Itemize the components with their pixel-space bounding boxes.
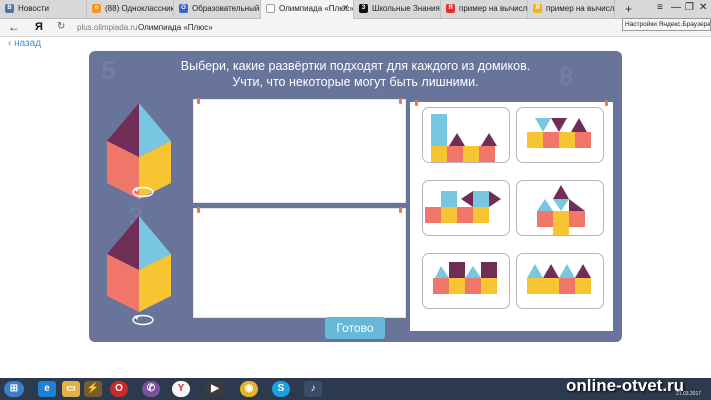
tab-obrazovatelny-portal[interactable]: О Образовательный пор xyxy=(174,0,261,18)
tab-label: (88) Одноклассники xyxy=(105,4,174,13)
settings-tooltip: Настройки Яндекс.Браузера xyxy=(622,18,711,31)
net-card-5[interactable] xyxy=(422,253,510,309)
new-tab-button[interactable]: + xyxy=(625,2,632,16)
task-instruction: Выбери, какие развёртки подходят для каж… xyxy=(149,58,562,90)
tab-label: пример на вычислени xyxy=(459,4,528,13)
rotate-house-2-icon[interactable] xyxy=(131,313,155,327)
net-3-shape xyxy=(425,191,501,223)
ok-icon: о xyxy=(92,4,101,13)
pin-icon xyxy=(197,207,200,213)
tab-olimpiada-plus[interactable]: Олимпиада «Плюс» ✕ xyxy=(261,0,354,19)
tab-znania[interactable]: З Школьные Знания.com xyxy=(354,0,441,18)
page-icon xyxy=(266,4,275,13)
yandex-logo-icon[interactable]: Я xyxy=(35,21,43,33)
tab-label: Образовательный пор xyxy=(192,4,260,13)
clock-date: 21.03.2017 xyxy=(676,391,702,397)
skype-icon[interactable]: S xyxy=(272,381,290,397)
audio-icon[interactable]: ♪ xyxy=(304,381,322,397)
vk-icon: В xyxy=(5,4,14,13)
explorer-icon[interactable]: ▭ xyxy=(62,381,80,397)
tab-label: пример на вычислени xyxy=(546,4,615,13)
net-card-6[interactable] xyxy=(516,253,604,309)
back-link-label: назад xyxy=(14,38,42,49)
reload-icon[interactable]: ↻ xyxy=(57,21,65,32)
pin-icon xyxy=(197,98,200,104)
ie-icon[interactable]: e xyxy=(38,381,56,397)
pin-icon xyxy=(399,207,402,213)
tab-primer-2[interactable]: Я пример на вычислени xyxy=(528,0,615,18)
close-tab-icon[interactable]: ✕ xyxy=(342,3,349,12)
url-page-title[interactable]: Олимпиада «Плюс» xyxy=(138,23,213,32)
address-bar: ← Я ↻ plus.olimpiada.ru Олимпиада «Плюс» xyxy=(0,19,711,37)
chevron-left-icon: ‹ xyxy=(8,38,12,49)
net-card-1[interactable] xyxy=(422,107,510,163)
task-board: 5 8 3 7 Выбери, какие развёртки подходят… xyxy=(89,51,622,342)
net-card-2[interactable] xyxy=(516,107,604,163)
net-card-4[interactable] xyxy=(516,180,604,236)
pin-icon xyxy=(605,100,608,106)
school-icon: О xyxy=(179,4,188,13)
decor-digit: 5 xyxy=(101,55,116,85)
browser-tab-strip: В Новости о (88) Одноклассники О Образов… xyxy=(0,0,711,19)
house-2 xyxy=(107,216,171,312)
winamp-icon[interactable]: ⚡ xyxy=(84,381,102,397)
yandex-browser-icon[interactable]: Y xyxy=(172,381,190,397)
close-window-icon[interactable]: ✕ xyxy=(699,2,707,13)
drop-zone-house-1[interactable] xyxy=(193,98,406,203)
watermark: online-otvet.ru xyxy=(566,376,685,395)
instruction-line-2: Учти, что некоторые могут быть лишними. xyxy=(232,75,479,89)
chrome-icon[interactable]: ◉ xyxy=(240,381,258,397)
net-2-shape xyxy=(527,118,591,148)
pin-icon xyxy=(399,98,402,104)
rotate-house-1-icon[interactable] xyxy=(131,185,155,199)
back-arrow-icon[interactable]: ← xyxy=(8,20,20,34)
tab-odnoklassniki[interactable]: о (88) Одноклассники xyxy=(87,0,174,18)
opera-icon[interactable]: O xyxy=(110,381,128,397)
start-button[interactable]: ⊞ xyxy=(4,381,24,397)
net-1-shape xyxy=(431,114,497,162)
video-icon[interactable]: ▶ xyxy=(206,381,224,397)
menu-icon[interactable]: ≡ xyxy=(657,2,663,13)
ready-button[interactable]: Готово xyxy=(325,317,385,339)
net-4-shape xyxy=(537,185,585,235)
yandex-icon: Я xyxy=(446,4,455,13)
pin-icon xyxy=(415,100,418,106)
net-card-3[interactable] xyxy=(422,180,510,236)
tab-novosti[interactable]: В Новости xyxy=(0,0,87,18)
nets-panel xyxy=(410,100,613,331)
tab-label: Школьные Знания.com xyxy=(372,4,440,13)
minimize-icon[interactable]: — xyxy=(671,2,681,13)
net-6-shape xyxy=(527,264,591,294)
tab-primer-1[interactable]: Я пример на вычислени xyxy=(441,0,528,18)
drop-zone-house-2[interactable] xyxy=(193,207,406,318)
tab-label: Новости xyxy=(18,4,49,13)
yandex-disk-icon: Я xyxy=(533,4,542,13)
maximize-icon[interactable]: ❐ xyxy=(685,2,694,13)
url-domain[interactable]: plus.olimpiada.ru xyxy=(77,23,137,32)
net-5-shape xyxy=(433,262,497,294)
instruction-line-1: Выбери, какие развёртки подходят для каж… xyxy=(180,59,531,73)
znania-icon: З xyxy=(359,4,368,13)
viber-icon[interactable]: ✆ xyxy=(142,381,160,397)
back-link[interactable]: ‹ назад xyxy=(8,38,41,49)
